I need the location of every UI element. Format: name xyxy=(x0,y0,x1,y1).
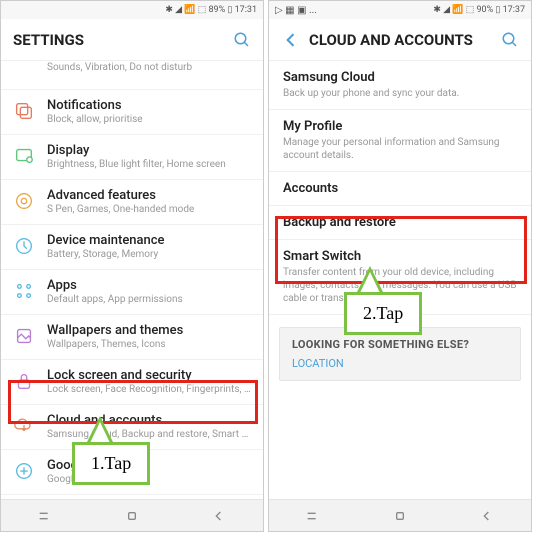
cloud-icon xyxy=(13,415,35,437)
status-text: ✱ ◢ 📶 ⬚ 90% ▯ 17:37 xyxy=(433,5,525,15)
item-title: Device maintenance xyxy=(47,233,251,248)
item-title: Notifications xyxy=(47,98,251,113)
block-title: Smart Switch xyxy=(283,249,517,264)
item-title: Lock screen and security xyxy=(47,368,251,383)
list-item-apps[interactable]: Apps Default apps, App permissions xyxy=(1,269,263,314)
item-sub: Battery, Storage, Memory xyxy=(47,248,251,261)
advanced-icon xyxy=(13,190,35,212)
maintenance-icon xyxy=(13,235,35,257)
block-sub: Manage your personal information and Sam… xyxy=(283,136,517,162)
list-item-advanced[interactable]: Advanced features S Pen, Games, One-hand… xyxy=(1,179,263,224)
nav-bar xyxy=(1,499,263,531)
search-icon[interactable] xyxy=(501,31,519,49)
list-item-wallpapers[interactable]: Wallpapers and themes Wallpapers, Themes… xyxy=(1,314,263,359)
item-sub: Block, allow, prioritise xyxy=(47,113,251,126)
header: CLOUD AND ACCOUNTS xyxy=(269,19,531,61)
status-bar: ▷ ▦ ▣ ... ✱ ◢ 📶 ⬚ 90% ▯ 17:37 xyxy=(269,1,531,19)
item-title: Wallpapers and themes xyxy=(47,323,251,338)
block-sub: Back up your phone and sync your data. xyxy=(283,87,517,100)
apps-icon xyxy=(13,280,35,302)
back-icon[interactable] xyxy=(479,508,495,524)
item-sub: Brightness, Blue light filter, Home scre… xyxy=(47,158,251,171)
back-arrow-icon[interactable] xyxy=(281,30,301,50)
status-left: ▷ ▦ ▣ ... xyxy=(275,5,317,16)
block-my-profile[interactable]: My Profile Manage your personal informat… xyxy=(269,110,531,172)
status-bar: ✱ ◢ 📶 ⬚ 89% ▯ 17:31 xyxy=(1,1,263,19)
callout-2: 2.Tap xyxy=(344,292,422,335)
wallpapers-icon xyxy=(13,325,35,347)
page-title: SETTINGS xyxy=(13,31,233,49)
block-title: My Profile xyxy=(283,119,517,134)
block-samsung-cloud[interactable]: Samsung Cloud Back up your phone and syn… xyxy=(269,61,531,110)
sound-icon xyxy=(13,63,35,85)
item-sub: Sounds, Vibration, Do not disturb xyxy=(47,61,251,74)
item-title: Advanced features xyxy=(47,188,251,203)
list-item-display[interactable]: Display Brightness, Blue light filter, H… xyxy=(1,134,263,179)
list-item-notifications[interactable]: Notifications Block, allow, prioritise xyxy=(1,89,263,134)
block-backup-restore[interactable]: Backup and restore xyxy=(269,206,531,240)
block-title: Accounts xyxy=(283,181,517,196)
home-icon[interactable] xyxy=(124,508,140,524)
status-text: ✱ ◢ 📶 ⬚ 89% ▯ 17:31 xyxy=(165,5,257,15)
header: SETTINGS xyxy=(1,19,263,61)
panel-link-location[interactable]: LOCATION xyxy=(292,357,508,370)
item-title: Cloud and accounts xyxy=(47,413,251,428)
notifications-icon xyxy=(13,100,35,122)
item-sub: Samsung Cloud, Backup and restore, Smart… xyxy=(47,428,251,441)
back-icon[interactable] xyxy=(211,508,227,524)
block-title: Samsung Cloud xyxy=(283,70,517,85)
search-icon[interactable] xyxy=(233,31,251,49)
item-sub: Default apps, App permissions xyxy=(47,293,251,306)
list-item-maintenance[interactable]: Device maintenance Battery, Storage, Mem… xyxy=(1,224,263,269)
recents-icon[interactable] xyxy=(37,508,53,524)
list-item-cutoff[interactable]: Sounds, Vibration, Do not disturb xyxy=(1,61,263,89)
screen-cloud-accounts: ▷ ▦ ▣ ... ✱ ◢ 📶 ⬚ 90% ▯ 17:37 CLOUD AND … xyxy=(268,0,532,532)
recents-icon[interactable] xyxy=(305,508,321,524)
callout-1: 1.Tap xyxy=(72,442,150,485)
home-icon[interactable] xyxy=(392,508,408,524)
display-icon xyxy=(13,145,35,167)
lock-icon xyxy=(13,370,35,392)
list-item-lockscreen[interactable]: Lock screen and security Lock screen, Fa… xyxy=(1,359,263,404)
block-accounts[interactable]: Accounts xyxy=(269,172,531,206)
item-title: Display xyxy=(47,143,251,158)
google-icon xyxy=(13,460,35,482)
panel-title: LOOKING FOR SOMETHING ELSE? xyxy=(292,338,508,351)
block-title: Backup and restore xyxy=(283,215,517,230)
nav-bar xyxy=(269,499,531,531)
looking-for-panel: LOOKING FOR SOMETHING ELSE? LOCATION xyxy=(279,327,521,381)
item-sub: S Pen, Games, One-handed mode xyxy=(47,203,251,216)
item-title: Apps xyxy=(47,278,251,293)
item-sub: Wallpapers, Themes, Icons xyxy=(47,338,251,351)
page-title: CLOUD AND ACCOUNTS xyxy=(309,31,501,49)
item-sub: Lock screen, Face Recognition, Fingerpri… xyxy=(47,383,251,396)
